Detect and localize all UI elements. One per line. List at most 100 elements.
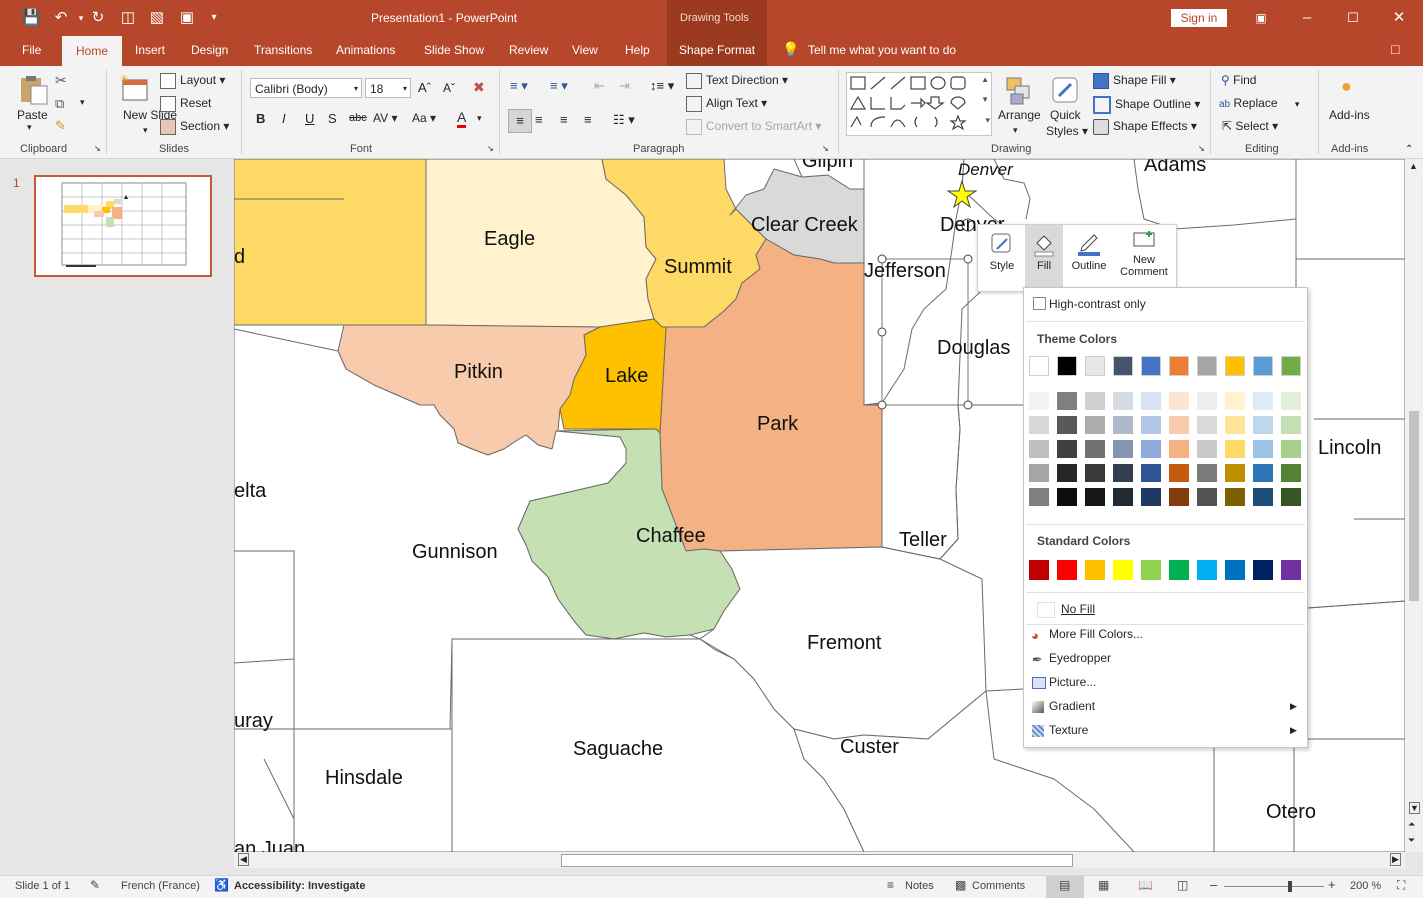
drawing-launcher-icon[interactable]: ↘ [1198, 144, 1205, 153]
bullets-icon[interactable]: ≡ ▾ [510, 78, 528, 94]
slide-show-icon[interactable]: ◫ [1177, 878, 1188, 892]
shape-effects-button[interactable]: Shape Effects [1113, 119, 1188, 133]
theme-shade-swatch[interactable] [1085, 392, 1105, 410]
cut-icon[interactable]: ✂ [55, 72, 67, 89]
align-center-icon[interactable]: ≡ [535, 112, 543, 127]
add-ins-button[interactable]: Add-ins [1329, 108, 1370, 122]
align-right-icon[interactable]: ≡ [560, 112, 568, 127]
minimize-icon[interactable]: – [1298, 9, 1316, 27]
mini-new-comment-button[interactable]: New Comment [1116, 225, 1172, 291]
numbering-icon[interactable]: ≡ ▾ [550, 78, 568, 94]
tab-slide-show[interactable]: Slide Show [424, 43, 484, 57]
theme-shade-swatch[interactable] [1057, 440, 1077, 458]
theme-color-swatch[interactable] [1085, 356, 1105, 376]
tab-animations[interactable]: Animations [336, 43, 395, 57]
zoom-level[interactable]: 200 % [1350, 880, 1381, 892]
theme-shade-swatch[interactable] [1253, 464, 1273, 482]
clipboard-launcher-icon[interactable]: ↘ [94, 144, 101, 153]
theme-shade-swatch[interactable] [1197, 488, 1217, 506]
tell-me-search[interactable]: Tell me what you want to do [808, 43, 956, 57]
shape-fill-button[interactable]: Shape Fill [1113, 73, 1166, 87]
accessibility-status[interactable]: Accessibility: Investigate [234, 880, 365, 892]
theme-shade-swatch[interactable] [1113, 464, 1133, 482]
standard-color-swatch[interactable] [1281, 560, 1301, 580]
mini-outline-button[interactable]: Outline [1066, 225, 1112, 291]
theme-shade-swatch[interactable] [1253, 440, 1273, 458]
font-name-combo[interactable]: Calibri (Body) ▾ [250, 78, 362, 98]
theme-shade-swatch[interactable] [1281, 440, 1301, 458]
theme-color-swatch[interactable] [1141, 356, 1161, 376]
standard-color-swatch[interactable] [1197, 560, 1217, 580]
theme-shade-swatch[interactable] [1113, 392, 1133, 410]
tab-file[interactable]: File [22, 43, 41, 57]
theme-shade-swatch[interactable] [1113, 416, 1133, 434]
font-launcher-icon[interactable]: ↘ [487, 144, 494, 153]
redo-icon[interactable]: ↻ [89, 9, 107, 27]
tab-view[interactable]: View [572, 43, 598, 57]
undo-icon[interactable]: ↶ [52, 9, 70, 27]
theme-shade-swatch[interactable] [1169, 416, 1189, 434]
theme-shade-swatch[interactable] [1197, 464, 1217, 482]
standard-color-swatch[interactable] [1141, 560, 1161, 580]
paragraph-launcher-icon[interactable]: ↘ [822, 144, 829, 153]
no-fill-item[interactable]: No Fill [1061, 602, 1095, 616]
tab-review[interactable]: Review [509, 43, 548, 57]
theme-shade-swatch[interactable] [1225, 488, 1245, 506]
layout-button[interactable]: Layout [180, 73, 216, 87]
theme-shade-swatch[interactable] [1281, 464, 1301, 482]
shapes-gallery[interactable]: ▲ ▼ ▾ [846, 72, 992, 136]
theme-shade-swatch[interactable] [1197, 416, 1217, 434]
theme-shade-swatch[interactable] [1253, 488, 1273, 506]
italic-icon[interactable]: I [282, 111, 286, 126]
theme-shade-swatch[interactable] [1085, 440, 1105, 458]
theme-color-swatch[interactable] [1197, 356, 1217, 376]
standard-color-swatch[interactable] [1085, 560, 1105, 580]
slide-thumbnail[interactable] [34, 175, 212, 277]
line-spacing-icon[interactable]: ↕≡ ▾ [650, 78, 674, 94]
vertical-scrollbar[interactable]: ▲ ▼ ⏶ ⏷ [1405, 159, 1423, 852]
theme-shade-swatch[interactable] [1281, 416, 1301, 434]
theme-shade-swatch[interactable] [1169, 392, 1189, 410]
reset-button[interactable]: Reset [180, 96, 211, 110]
standard-color-swatch[interactable] [1225, 560, 1245, 580]
notes-button[interactable]: Notes [905, 880, 934, 892]
sign-in-button[interactable]: Sign in [1171, 9, 1227, 27]
clear-formatting-icon[interactable]: ✖ [473, 79, 485, 96]
arrange-dropdown-icon[interactable]: ▾ [1013, 125, 1018, 136]
paste-dropdown-icon[interactable]: ▾ [27, 122, 32, 133]
font-color-icon[interactable]: A [457, 109, 467, 128]
scroll-left-icon[interactable]: ◀ [238, 853, 249, 866]
theme-color-swatch[interactable] [1057, 356, 1077, 376]
theme-shade-swatch[interactable] [1057, 464, 1077, 482]
print-preview-icon[interactable]: ▣ [178, 9, 196, 27]
undo-dropdown-icon[interactable]: ▾ [72, 9, 90, 27]
more-fill-colors-item[interactable]: More Fill Colors... [1049, 627, 1143, 641]
theme-shade-swatch[interactable] [1225, 416, 1245, 434]
slide-sorter-icon[interactable]: ▦ [1098, 878, 1109, 892]
align-left-icon[interactable]: ≡ [508, 109, 532, 133]
align-text-button[interactable]: Align Text [706, 96, 758, 110]
theme-shade-swatch[interactable] [1029, 488, 1049, 506]
theme-shade-swatch[interactable] [1057, 416, 1077, 434]
theme-shade-swatch[interactable] [1197, 440, 1217, 458]
zoom-slider-thumb[interactable] [1288, 881, 1292, 892]
tab-shape-format[interactable]: Shape Format [679, 43, 755, 57]
high-contrast-checkbox[interactable] [1033, 297, 1046, 310]
tab-help[interactable]: Help [625, 43, 650, 57]
theme-shade-swatch[interactable] [1141, 416, 1161, 434]
theme-shade-swatch[interactable] [1281, 488, 1301, 506]
customize-qat-icon[interactable]: ▾ [205, 9, 223, 27]
theme-shade-swatch[interactable] [1253, 392, 1273, 410]
change-case-icon[interactable]: Aa ▾ [412, 111, 436, 125]
decrease-indent-icon[interactable]: ⇤ [594, 78, 605, 94]
ribbon-display-icon[interactable]: ▣ [1252, 9, 1270, 27]
text-shadow-icon[interactable]: S [328, 111, 337, 126]
justify-icon[interactable]: ≡ [584, 112, 592, 127]
paste-button[interactable]: Paste [17, 108, 48, 122]
theme-shade-swatch[interactable] [1169, 464, 1189, 482]
theme-shade-swatch[interactable] [1141, 464, 1161, 482]
theme-color-swatch[interactable] [1113, 356, 1133, 376]
theme-shade-swatch[interactable] [1113, 440, 1133, 458]
arrange-button[interactable]: Arrange [998, 108, 1041, 122]
shape-outline-button[interactable]: Shape Outline [1115, 97, 1191, 111]
